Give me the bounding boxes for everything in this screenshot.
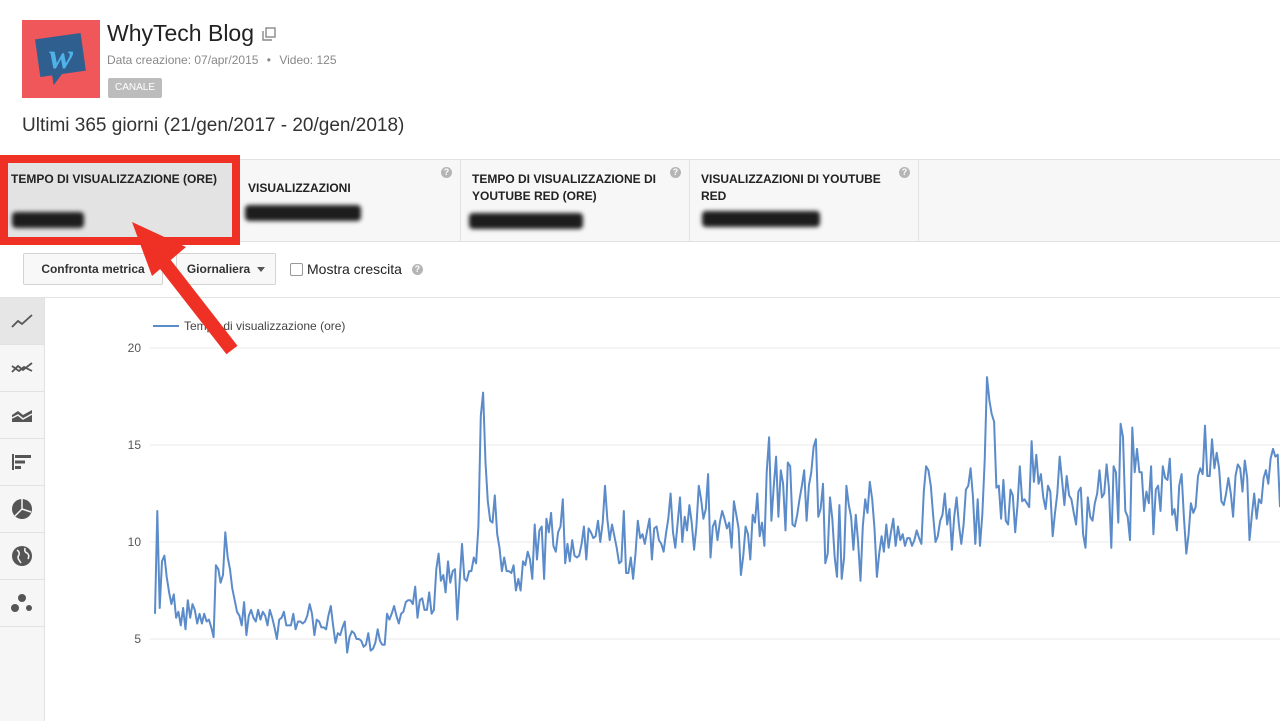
channel-meta: Data creazione: 07/apr/2015 • Video: 125 bbox=[107, 53, 337, 67]
meta-separator: • bbox=[266, 53, 271, 67]
series-line-watch-time bbox=[154, 376, 1280, 654]
chart-section: 5 10 15 20 Tempo di visualizzazione (ore) bbox=[0, 297, 1280, 721]
metric-label: VISUALIZZAZIONI bbox=[248, 181, 351, 195]
chart-legend: Tempo di visualizzazione (ore) bbox=[153, 319, 345, 333]
metric-value-redacted bbox=[702, 211, 820, 227]
help-icon[interactable]: ? bbox=[411, 263, 423, 275]
help-icon[interactable]: ? bbox=[441, 167, 452, 178]
chart-y-axis: 5 10 15 20 bbox=[128, 341, 142, 646]
date-range-label: Ultimi 365 giorni (21/gen/2017 - 20/gen/… bbox=[22, 115, 405, 136]
chart-gridlines bbox=[150, 347, 1280, 640]
channel-avatar[interactable]: w bbox=[22, 20, 100, 98]
metric-value-redacted bbox=[469, 213, 583, 229]
metric-label: VISUALIZZAZIONI DI YOUTUBE RED bbox=[701, 172, 881, 203]
channel-name[interactable]: WhyTech Blog bbox=[107, 20, 254, 47]
highlight-annotation-box bbox=[0, 155, 240, 245]
compare-metric-button[interactable]: Confronta metrica bbox=[23, 253, 163, 285]
y-tick-label: 20 bbox=[128, 341, 142, 355]
channel-created: Data creazione: 07/apr/2015 bbox=[107, 53, 259, 67]
show-growth-label: Mostra crescita bbox=[307, 261, 402, 277]
compare-metric-label: Confronta metrica bbox=[41, 262, 145, 276]
logo-letter: w bbox=[49, 36, 74, 76]
chevron-down-icon bbox=[257, 266, 266, 272]
external-link-icon[interactable] bbox=[262, 26, 276, 41]
legend-label: Tempo di visualizzazione (ore) bbox=[184, 319, 345, 333]
metric-tab-red-views[interactable]: VISUALIZZAZIONI DI YOUTUBE RED ? bbox=[690, 160, 919, 241]
y-tick-label: 10 bbox=[128, 535, 142, 549]
show-growth-toggle[interactable]: Mostra crescita ? bbox=[290, 261, 423, 277]
watch-time-chart[interactable]: 5 10 15 20 Tempo di visualizzazione (ore) bbox=[0, 298, 1280, 721]
metric-tab-views[interactable]: VISUALIZZAZIONI ? bbox=[237, 160, 461, 241]
channel-title-row: WhyTech Blog bbox=[107, 20, 276, 47]
metric-label: TEMPO DI VISUALIZZAZIONE DI YOUTUBE RED … bbox=[472, 172, 657, 203]
help-icon[interactable]: ? bbox=[670, 167, 681, 178]
granularity-label: Giornaliera bbox=[186, 262, 251, 276]
granularity-dropdown[interactable]: Giornaliera bbox=[176, 253, 276, 285]
channel-logo-icon: w bbox=[35, 33, 86, 86]
channel-video-count: Video: 125 bbox=[279, 53, 337, 67]
help-icon[interactable]: ? bbox=[899, 167, 910, 178]
y-tick-label: 5 bbox=[134, 632, 141, 646]
show-growth-checkbox[interactable] bbox=[290, 262, 303, 276]
y-tick-label: 15 bbox=[128, 438, 142, 452]
metric-tab-red-watch-time[interactable]: TEMPO DI VISUALIZZAZIONE DI YOUTUBE RED … bbox=[461, 160, 690, 241]
metric-value-redacted bbox=[245, 205, 361, 221]
channel-badge: CANALE bbox=[108, 78, 163, 98]
